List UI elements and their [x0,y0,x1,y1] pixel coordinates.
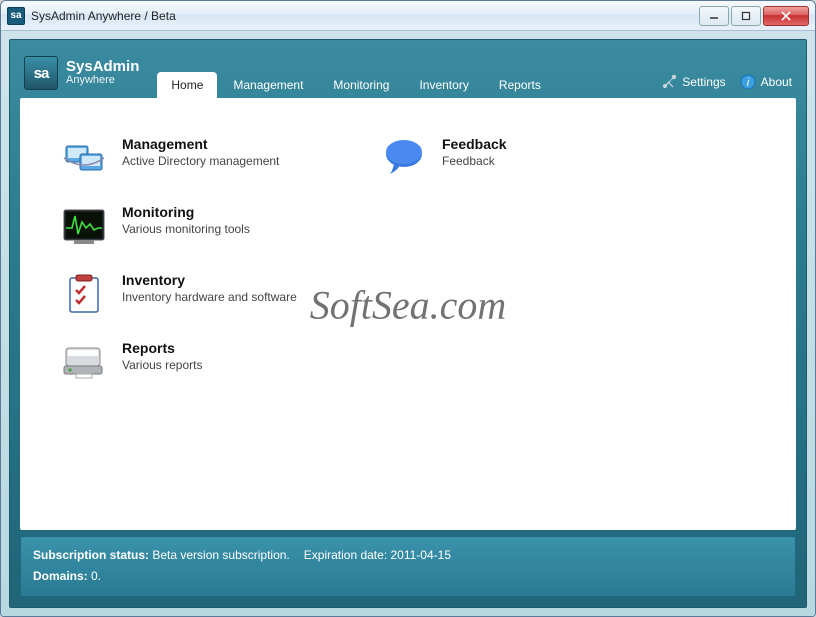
feedback-icon [380,136,428,180]
header-actions: Settings i About [661,74,792,90]
window-controls [697,6,809,26]
tab-monitoring[interactable]: Monitoring [319,72,403,98]
tile-reports-desc: Various reports [122,358,202,372]
footer-bar: Subscription status: Beta version subscr… [20,536,796,597]
tile-management-title: Management [122,136,279,152]
tile-reports-title: Reports [122,340,202,356]
about-link[interactable]: i About [740,74,792,90]
content-panel: Management Active Directory management F… [20,98,796,530]
tile-feedback-desc: Feedback [442,154,507,168]
close-button[interactable] [763,6,809,26]
brand-name: SysAdmin [66,59,139,75]
management-icon [60,136,108,180]
tab-inventory[interactable]: Inventory [405,72,482,98]
tile-monitoring-desc: Various monitoring tools [122,222,250,236]
about-label: About [761,75,792,89]
tile-management-desc: Active Directory management [122,154,279,168]
tile-management[interactable]: Management Active Directory management [60,136,380,180]
tile-monitoring[interactable]: Monitoring Various monitoring tools [60,204,380,248]
subscription-label: Subscription status: [33,548,149,562]
home-tiles: Management Active Directory management F… [60,136,756,384]
tile-inventory-title: Inventory [122,272,297,288]
domains-value: 0. [91,569,101,583]
logo-mark: sa [24,56,58,90]
maximize-button[interactable] [731,6,761,26]
inventory-icon [60,272,108,316]
tab-management[interactable]: Management [219,72,317,98]
app-icon: sa [7,7,25,25]
expiration-label: Expiration date: [304,548,387,562]
tile-feedback-title: Feedback [442,136,507,152]
tab-bar: Home Management Monitoring Inventory Rep… [157,46,661,98]
tab-reports[interactable]: Reports [485,72,555,98]
app-inner: sa SysAdmin Anywhere Home Management Mon… [9,39,807,608]
window-title: SysAdmin Anywhere / Beta [31,9,697,23]
settings-label: Settings [682,75,725,89]
tile-inventory[interactable]: Inventory Inventory hardware and softwar… [60,272,380,316]
expiration-value: 2011-04-15 [391,548,452,562]
minimize-button[interactable] [699,6,729,26]
settings-link[interactable]: Settings [661,74,725,90]
tile-feedback[interactable]: Feedback Feedback [380,136,700,180]
app-body: sa SysAdmin Anywhere Home Management Mon… [1,31,815,616]
logo-text: SysAdmin Anywhere [66,59,139,86]
tile-inventory-desc: Inventory hardware and software [122,290,297,304]
monitoring-icon [60,204,108,248]
tab-home[interactable]: Home [157,72,217,98]
settings-icon [661,74,677,90]
title-bar: sa SysAdmin Anywhere / Beta [1,1,815,31]
logo: sa SysAdmin Anywhere [24,56,139,90]
subscription-value: Beta version subscription. [152,548,289,562]
brand-sub: Anywhere [66,75,139,87]
info-icon: i [740,74,756,90]
header-row: sa SysAdmin Anywhere Home Management Mon… [10,40,806,98]
domains-label: Domains: [33,569,88,583]
window-frame: sa SysAdmin Anywhere / Beta sa SysAdmin [0,0,816,617]
tile-monitoring-title: Monitoring [122,204,250,220]
tile-reports[interactable]: Reports Various reports [60,340,380,384]
reports-icon [60,340,108,384]
